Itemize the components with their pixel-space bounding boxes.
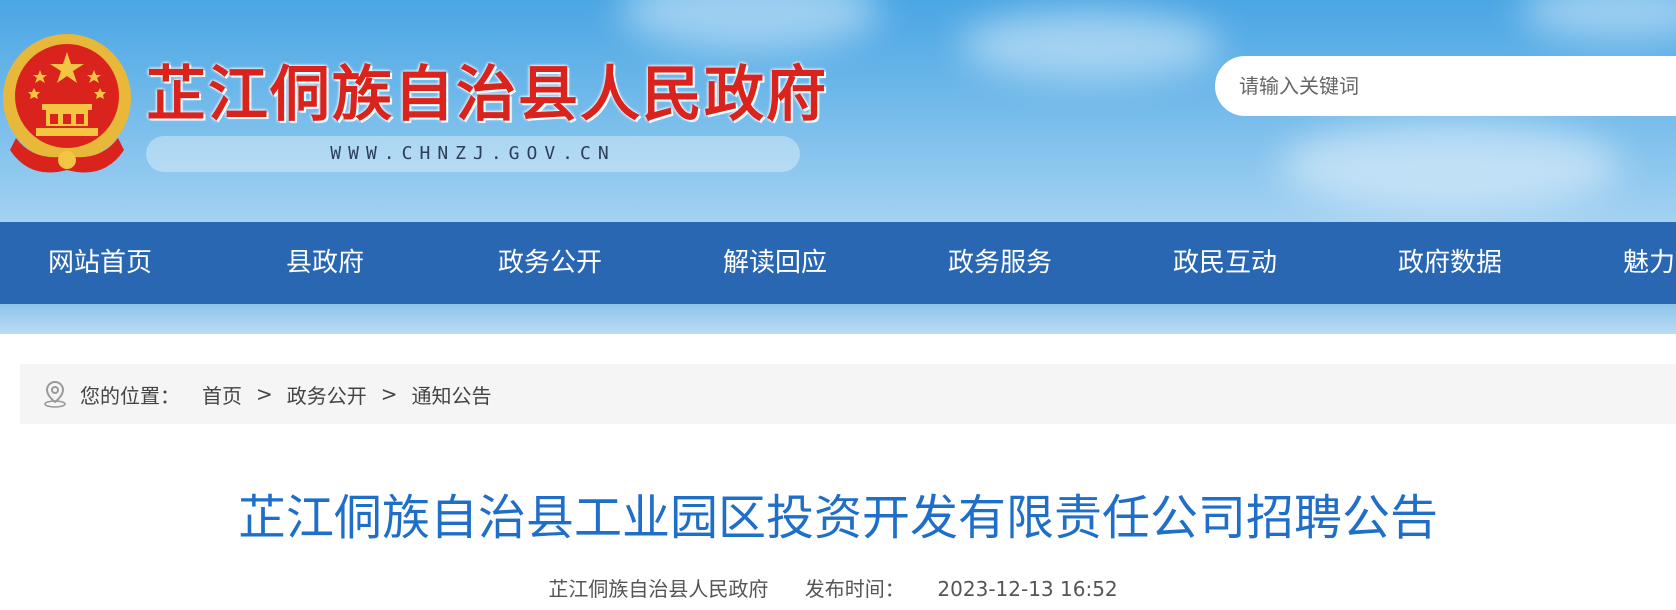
breadcrumb-label: 您的位置： — [80, 383, 180, 408]
site-title: 芷江侗族自治县人民政府 — [146, 60, 828, 130]
nav-item-interaction[interactable]: 政民互动 — [1173, 222, 1277, 304]
breadcrumb-separator: > — [256, 382, 273, 406]
article-source: 芷江侗族自治县人民政府 — [548, 577, 769, 601]
article-meta: 芷江侗族自治县人民政府 发布时间： 2023-12-13 16:52 — [0, 574, 1676, 604]
breadcrumb-government-affairs-link[interactable]: 政务公开 — [287, 380, 367, 409]
nav-item-charm[interactable]: 魅力 — [1623, 222, 1675, 304]
nav-item-interpretation[interactable]: 解读回应 — [723, 222, 827, 304]
breadcrumb-separator: > — [380, 382, 398, 406]
header-cloud — [1280, 120, 1620, 210]
nav-bottom-strip — [0, 304, 1676, 334]
article-title: 芷江侗族自治县工业园区投资开发有限责任公司招聘公告 — [237, 490, 1438, 546]
header-cloud — [960, 10, 1220, 80]
nav-item-county-government[interactable]: 县政府 — [286, 222, 364, 304]
publish-time-label: 发布时间： — [804, 577, 905, 601]
national-emblem-icon — [3, 34, 131, 173]
publish-time: 2023-12-13 16:52 — [937, 577, 1118, 601]
breadcrumb-home-link[interactable]: 首页 — [202, 380, 242, 409]
breadcrumb: 您的位置： 首页 > 政务公开 > 通知公告 — [20, 364, 1676, 424]
header-cloud — [620, 0, 880, 50]
nav-item-government-data[interactable]: 政府数据 — [1398, 222, 1502, 304]
main-nav: 网站首页 县政府 政务公开 解读回应 政务服务 政民互动 政府数据 魅力 — [0, 222, 1676, 304]
header-cloud — [1520, 0, 1676, 40]
nav-item-home[interactable]: 网站首页 — [48, 222, 152, 304]
site-domain: WWW.CHNZJ.GOV.CN — [146, 136, 800, 172]
location-pin-icon — [44, 380, 66, 408]
search-input[interactable] — [1215, 56, 1676, 116]
nav-item-government-services[interactable]: 政务服务 — [948, 222, 1052, 304]
site-header: 芷江侗族自治县人民政府 WWW.CHNZJ.GOV.CN — [0, 0, 1676, 222]
nav-item-government-affairs[interactable]: 政务公开 — [498, 222, 602, 304]
breadcrumb-notices-link[interactable]: 通知公告 — [412, 380, 492, 409]
